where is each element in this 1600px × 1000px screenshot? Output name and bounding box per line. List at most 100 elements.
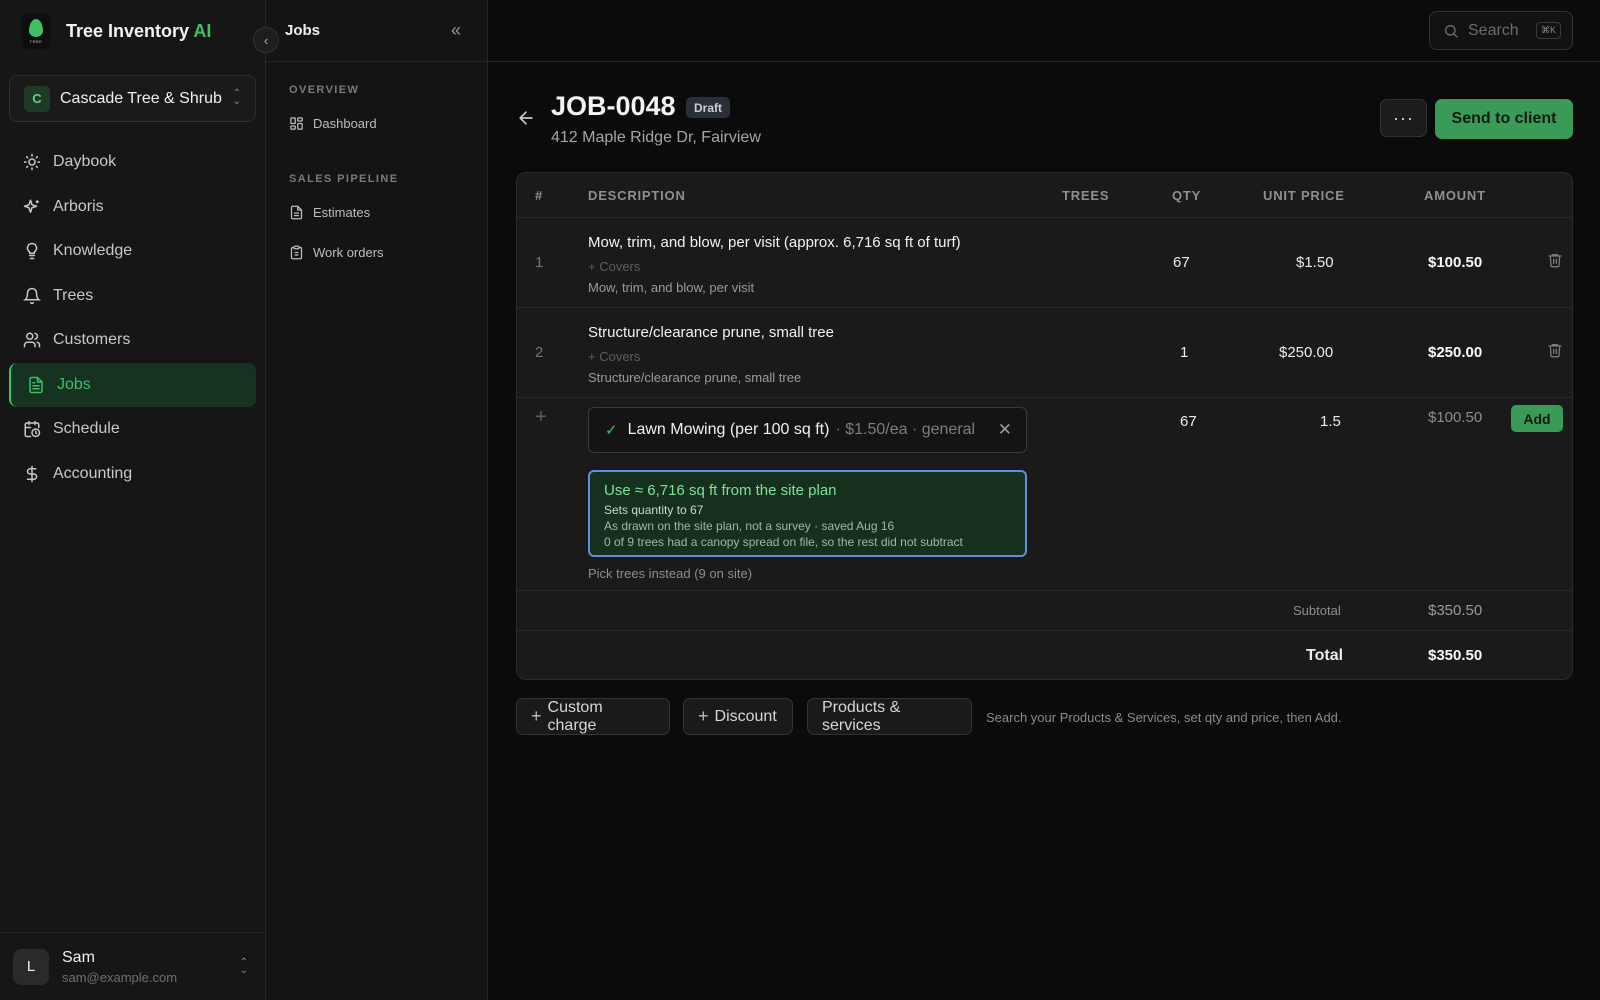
- subpanel-title: Jobs: [285, 22, 321, 39]
- lightbulb-icon: [26, 242, 38, 260]
- nav-item-arboris[interactable]: Arboris: [9, 185, 256, 229]
- row-amount: $100.50: [1428, 254, 1483, 271]
- total-value: $350.50: [1428, 647, 1483, 664]
- suggestion-line: Sets quantity to 67: [604, 503, 704, 517]
- org-switcher[interactable]: C Cascade Tree & Shrub ⌃ ⌄: [9, 75, 256, 122]
- bell-icon: [23, 287, 41, 304]
- brand-name: Tree Inventory AI: [66, 20, 212, 41]
- subnav-estimates[interactable]: Estimates: [289, 205, 370, 220]
- col-unit-price: UNIT PRICE: [1263, 188, 1345, 203]
- double-chevron-left-icon[interactable]: «: [451, 20, 461, 41]
- row-description[interactable]: Mow, trim, and blow, per visit (approx. …: [588, 234, 961, 251]
- col-num: #: [535, 188, 544, 203]
- nav-item-daybook[interactable]: Daybook: [9, 140, 256, 184]
- sparkle-icon: [23, 199, 39, 213]
- subnav-dashboard[interactable]: Dashboard: [289, 116, 377, 131]
- table-row[interactable]: 1 Mow, trim, and blow, per visit (approx…: [517, 218, 1572, 308]
- col-description: DESCRIPTION: [588, 188, 686, 203]
- org-name: Cascade Tree & Shrub: [60, 89, 222, 107]
- org-avatar: C: [24, 85, 50, 112]
- nav-label: Customers: [53, 331, 131, 348]
- chevron-updown-icon: ⌃ ⌄: [232, 88, 241, 107]
- calendar-clock-icon: [24, 420, 41, 438]
- row-subtitle: Mow, trim, and blow, per visit: [588, 280, 755, 295]
- subtotal-value: $350.50: [1428, 602, 1483, 619]
- status-badge: Draft: [686, 97, 731, 118]
- row-qty[interactable]: 67: [1173, 254, 1190, 271]
- nav-label: Arboris: [53, 197, 104, 215]
- line-items-table: # DESCRIPTION TREES QTY UNIT PRICE AMOUN…: [516, 172, 1573, 680]
- section-label-sales-pipeline: SALES PIPELINE: [289, 173, 399, 185]
- helper-hint: Search your Products & Services, set qty…: [986, 710, 1342, 725]
- trash-icon[interactable]: [1547, 341, 1563, 359]
- custom-charge-button[interactable]: + Custom charge: [516, 698, 670, 735]
- user-email: sam@example.com: [62, 969, 178, 985]
- tree-logo-icon: TREE: [22, 13, 50, 49]
- primary-sidebar: TREE Tree Inventory AI C Cascade Tree & …: [0, 0, 266, 1000]
- total-label: Total: [1306, 647, 1344, 664]
- subtotal-label: Subtotal: [1293, 603, 1341, 618]
- nav-label: Schedule: [53, 420, 120, 437]
- add-covers-link[interactable]: + Covers: [588, 349, 640, 364]
- nav-label: Knowledge: [53, 242, 133, 259]
- table-row[interactable]: 2 Structure/clearance prune, small tree …: [517, 308, 1572, 398]
- trash-icon[interactable]: [1547, 251, 1563, 269]
- nav-label: Trees: [53, 286, 94, 304]
- site-plan-suggestion[interactable]: Use ≈ 6,716 sq ft from the site plan Set…: [588, 470, 1027, 557]
- nav-label: Jobs: [57, 375, 91, 393]
- nav-item-trees[interactable]: Trees: [9, 274, 256, 318]
- product-picker[interactable]: ✓ Lawn Mowing (per 100 sq ft) · $1.50/ea…: [588, 407, 1027, 453]
- nav-label: Accounting: [53, 464, 133, 482]
- avatar: L: [13, 948, 49, 985]
- chevron-updown-icon: ⌃ ⌄: [239, 957, 248, 976]
- collapse-sidebar-button[interactable]: ‹: [253, 27, 279, 53]
- row-number: 2: [535, 344, 544, 361]
- nav-label: Daybook: [53, 153, 117, 170]
- clear-selection-icon[interactable]: ✕: [998, 420, 1012, 440]
- user-menu[interactable]: L Sam sam@example.com ⌃ ⌄: [0, 932, 266, 1000]
- pick-trees-link[interactable]: Pick trees instead (9 on site): [588, 566, 752, 581]
- suggestion-line: 0 of 9 trees had a canopy spread on file…: [604, 535, 963, 549]
- more-options-button[interactable]: ···: [1380, 99, 1427, 137]
- add-covers-link[interactable]: + Covers: [588, 259, 640, 274]
- ellipsis-icon: ···: [1393, 107, 1414, 128]
- subnav-label: Estimates: [313, 205, 371, 220]
- page-title: JOB-0048: [551, 91, 676, 121]
- send-to-client-button[interactable]: Send to client: [1435, 99, 1573, 139]
- new-line-amount: $100.50: [1428, 409, 1483, 426]
- back-arrow-icon[interactable]: [516, 108, 536, 134]
- jobs-subpanel: Jobs « OVERVIEW Dashboard SALES PIPELINE…: [266, 0, 488, 1000]
- new-line-qty-input[interactable]: 67: [1180, 413, 1197, 430]
- discount-button[interactable]: + Discount: [683, 698, 793, 735]
- selected-product-name: Lawn Mowing (per 100 sq ft): [627, 421, 830, 438]
- nav-item-accounting[interactable]: Accounting: [9, 452, 256, 496]
- new-line-row: + ✓ Lawn Mowing (per 100 sq ft) · $1.50/…: [517, 398, 1572, 591]
- grid-icon: [290, 117, 303, 130]
- subnav-label: Work orders: [313, 245, 384, 260]
- row-unit-price[interactable]: $250.00: [1279, 344, 1333, 361]
- button-label: Custom charge: [547, 698, 603, 734]
- row-amount: $250.00: [1428, 344, 1483, 361]
- row-unit-price[interactable]: $1.50: [1296, 254, 1334, 271]
- subnav-label: Dashboard: [313, 116, 377, 131]
- col-trees: TREES: [1062, 188, 1110, 203]
- plus-icon: +: [531, 706, 542, 726]
- brand[interactable]: TREE Tree Inventory AI: [0, 0, 266, 62]
- logo-text: TREE: [29, 38, 43, 44]
- nav-item-jobs[interactable]: Jobs: [9, 362, 256, 407]
- row-qty[interactable]: 1: [1180, 344, 1188, 361]
- nav-item-knowledge[interactable]: Knowledge: [9, 229, 256, 273]
- add-line-button[interactable]: Add: [1511, 405, 1563, 432]
- products-services-button[interactable]: Products & services: [807, 698, 972, 735]
- button-label: Discount: [714, 707, 777, 725]
- users-icon: [23, 332, 41, 348]
- subnav-work-orders[interactable]: Work orders: [289, 245, 384, 260]
- chevron-left-icon: ‹: [263, 32, 269, 48]
- row-description[interactable]: Structure/clearance prune, small tree: [588, 324, 834, 341]
- new-line-unit-price-input[interactable]: 1.5: [1320, 413, 1341, 430]
- search-input[interactable]: Search ⌘K: [1429, 11, 1573, 50]
- main-nav: Daybook Arboris Knowledge Trees Customer…: [9, 140, 256, 496]
- nav-item-customers[interactable]: Customers: [9, 318, 256, 362]
- total-row: Total $350.50: [517, 631, 1572, 679]
- nav-item-schedule[interactable]: Schedule: [9, 407, 256, 451]
